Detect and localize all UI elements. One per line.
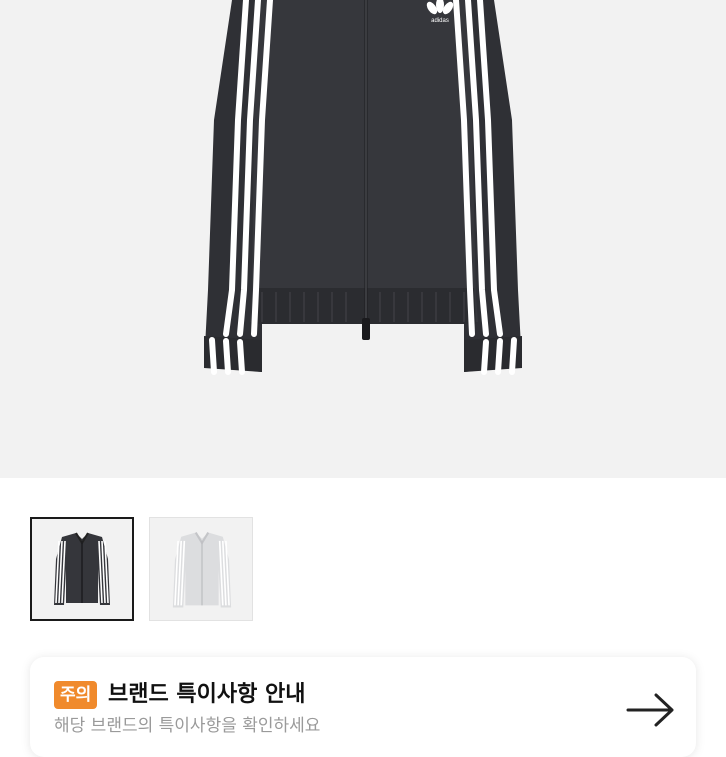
arrow-right-icon[interactable] <box>626 693 676 727</box>
notice-title: 브랜드 특이사항 안내 <box>108 682 306 707</box>
notice-subtitle: 해당 브랜드의 특이사항을 확인하세요 <box>54 716 321 736</box>
thumbnail-black[interactable] <box>30 517 134 621</box>
thumbnail-grey[interactable] <box>149 517 253 621</box>
brand-notice-card[interactable]: 주의 브랜드 특이사항 안내 해당 브랜드의 특이사항을 확인하세요 <box>30 657 696 757</box>
grey-jacket-thumbnail-icon <box>172 532 232 608</box>
jacket-illustration: adidas <box>204 0 522 375</box>
svg-text:adidas: adidas <box>431 18 449 24</box>
product-main-image[interactable]: adidas <box>0 0 726 478</box>
caution-badge: 주의 <box>54 681 98 709</box>
black-jacket-thumbnail-icon <box>54 532 110 605</box>
